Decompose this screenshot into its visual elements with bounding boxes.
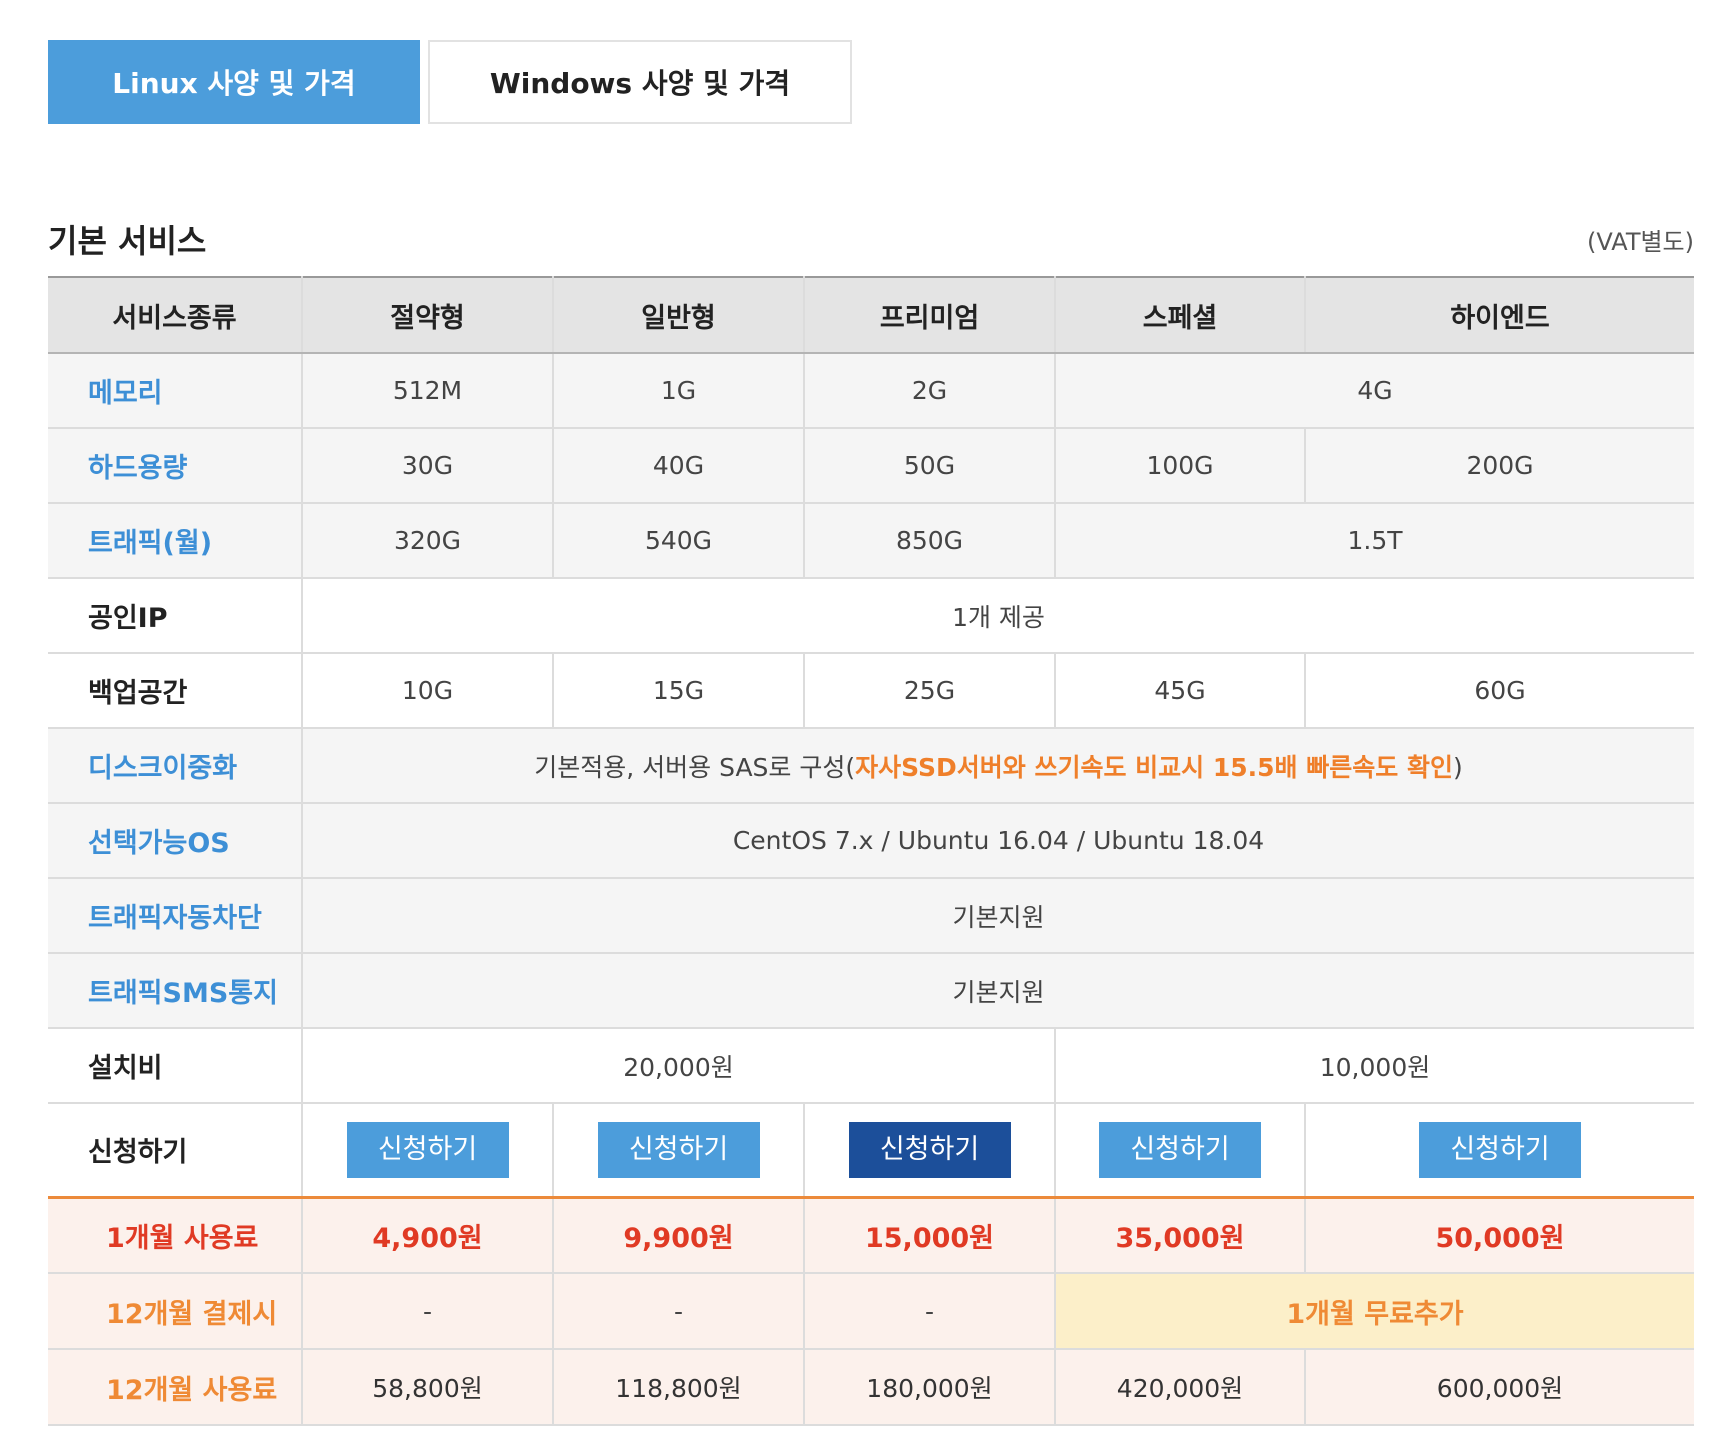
cell: 60G <box>1305 653 1694 729</box>
apply-button-standard[interactable]: 신청하기 <box>597 1121 760 1178</box>
row-label-traffic-block[interactable]: 트래픽자동차단 <box>48 878 303 954</box>
cell: 512M <box>302 353 554 429</box>
row-label-setup-fee: 설치비 <box>48 1028 303 1104</box>
cell: 45G <box>1055 653 1306 729</box>
cell: - <box>302 1273 554 1350</box>
section-title: 기본 서비스 <box>48 222 207 260</box>
tab-windows[interactable]: Windows 사양 및 가격 <box>428 40 852 124</box>
cell: 1개 제공 <box>302 578 1694 654</box>
row-label-yearly-payment: 12개월 결제시 <box>48 1273 303 1350</box>
free-month-badge: 1개월 무료추가 <box>1055 1273 1694 1350</box>
row-label-disk[interactable]: 하드용량 <box>48 428 303 504</box>
disk-dup-highlight: 자사SSD서버와 쓰기속도 비교시 15.5배 빠른속도 확인 <box>855 752 1453 782</box>
row-label-memory[interactable]: 메모리 <box>48 353 303 429</box>
row-label-apply: 신청하기 <box>48 1103 303 1199</box>
row-yearly-fee: 12개월 사용료 58,800원 118,800원 180,000원 420,0… <box>48 1349 1694 1426</box>
cell: 기본적용, 서버용 SAS로 구성(자사SSD서버와 쓰기속도 비교시 15.5… <box>302 728 1694 804</box>
cell: 신청하기 <box>553 1103 805 1199</box>
cell: 850G <box>804 503 1056 579</box>
cell: 10G <box>302 653 554 729</box>
vat-note: (VAT별도) <box>1587 228 1694 256</box>
cell: 기본지원 <box>302 953 1694 1029</box>
row-label-disk-duplication[interactable]: 디스크이중화 <box>48 728 303 804</box>
apply-button-special[interactable]: 신청하기 <box>1099 1121 1261 1178</box>
cell: 58,800원 <box>302 1349 554 1426</box>
cell: CentOS 7.x / Ubuntu 16.04 / Ubuntu 18.04 <box>302 803 1694 879</box>
header-standard: 일반형 <box>553 276 805 354</box>
cell: 2G <box>804 353 1056 429</box>
row-label-traffic-sms[interactable]: 트래픽SMS통지 <box>48 953 303 1029</box>
cell: - <box>804 1273 1056 1350</box>
header-highend: 하이엔드 <box>1305 276 1694 354</box>
cell: 4G <box>1055 353 1694 429</box>
apply-button-premium[interactable]: 신청하기 <box>848 1121 1011 1178</box>
header-service-type: 서비스종류 <box>48 276 303 354</box>
row-backup: 백업공간 10G 15G 25G 45G 60G <box>48 653 1694 729</box>
cell: 9,900원 <box>553 1197 805 1274</box>
disk-dup-suffix: ) <box>1452 752 1463 782</box>
spec-table: 서비스종류 절약형 일반형 프리미엄 스페셜 하이엔드 메모리 512M 1G … <box>48 276 1694 1426</box>
row-traffic-block: 트래픽자동차단 기본지원 <box>48 878 1694 954</box>
header-economy: 절약형 <box>302 276 554 354</box>
cell: 15G <box>553 653 805 729</box>
header-premium: 프리미엄 <box>804 276 1056 354</box>
row-disk: 하드용량 30G 40G 50G 100G 200G <box>48 428 1694 504</box>
cell: 15,000원 <box>804 1197 1056 1274</box>
disk-dup-prefix: 기본적용, 서버용 SAS로 구성( <box>534 752 856 782</box>
row-label-backup: 백업공간 <box>48 653 303 729</box>
cell: 420,000원 <box>1055 1349 1306 1426</box>
cell: 신청하기 <box>1055 1103 1306 1199</box>
cell: 신청하기 <box>804 1103 1056 1199</box>
row-monthly-fee: 1개월 사용료 4,900원 9,900원 15,000원 35,000원 50… <box>48 1197 1694 1274</box>
cell: 30G <box>302 428 554 504</box>
tab-bar: Linux 사양 및 가격 Windows 사양 및 가격 <box>48 40 852 124</box>
cell: 25G <box>804 653 1056 729</box>
cell: 320G <box>302 503 554 579</box>
apply-button-highend[interactable]: 신청하기 <box>1419 1121 1581 1178</box>
cell: 신청하기 <box>302 1103 554 1199</box>
cell: 180,000원 <box>804 1349 1056 1426</box>
row-disk-duplication: 디스크이중화 기본적용, 서버용 SAS로 구성(자사SSD서버와 쓰기속도 비… <box>48 728 1694 804</box>
row-label-os[interactable]: 선택가능OS <box>48 803 303 879</box>
row-traffic: 트래픽(월) 320G 540G 850G 1.5T <box>48 503 1694 579</box>
cell: 4,900원 <box>302 1197 554 1274</box>
cell: 200G <box>1305 428 1694 504</box>
cell: 50G <box>804 428 1056 504</box>
cell: 1G <box>553 353 805 429</box>
cell: 50,000원 <box>1305 1197 1694 1274</box>
row-memory: 메모리 512M 1G 2G 4G <box>48 353 1694 429</box>
table-header-row: 서비스종류 절약형 일반형 프리미엄 스페셜 하이엔드 <box>48 276 1694 354</box>
row-apply: 신청하기 신청하기 신청하기 신청하기 신청하기 신청하기 <box>48 1103 1694 1199</box>
cell: 35,000원 <box>1055 1197 1306 1274</box>
row-label-yearly-fee: 12개월 사용료 <box>48 1349 303 1426</box>
row-yearly-payment: 12개월 결제시 - - - 1개월 무료추가 <box>48 1273 1694 1350</box>
cell: 600,000원 <box>1305 1349 1694 1426</box>
cell: 기본지원 <box>302 878 1694 954</box>
tab-linux[interactable]: Linux 사양 및 가격 <box>48 40 420 124</box>
cell: 1.5T <box>1055 503 1694 579</box>
apply-button-economy[interactable]: 신청하기 <box>346 1121 509 1178</box>
cell: 10,000원 <box>1055 1028 1694 1104</box>
header-special: 스페셜 <box>1055 276 1306 354</box>
cell: 신청하기 <box>1305 1103 1694 1199</box>
cell: 20,000원 <box>302 1028 1056 1104</box>
cell: 100G <box>1055 428 1306 504</box>
cell: 40G <box>553 428 805 504</box>
row-label-traffic[interactable]: 트래픽(월) <box>48 503 303 579</box>
cell: 118,800원 <box>553 1349 805 1426</box>
row-public-ip: 공인IP 1개 제공 <box>48 578 1694 654</box>
row-label-monthly-fee: 1개월 사용료 <box>48 1197 303 1274</box>
row-setup-fee: 설치비 20,000원 10,000원 <box>48 1028 1694 1104</box>
cell: 540G <box>553 503 805 579</box>
row-os: 선택가능OS CentOS 7.x / Ubuntu 16.04 / Ubunt… <box>48 803 1694 879</box>
cell: - <box>553 1273 805 1350</box>
row-label-public-ip: 공인IP <box>48 578 303 654</box>
row-traffic-sms: 트래픽SMS통지 기본지원 <box>48 953 1694 1029</box>
